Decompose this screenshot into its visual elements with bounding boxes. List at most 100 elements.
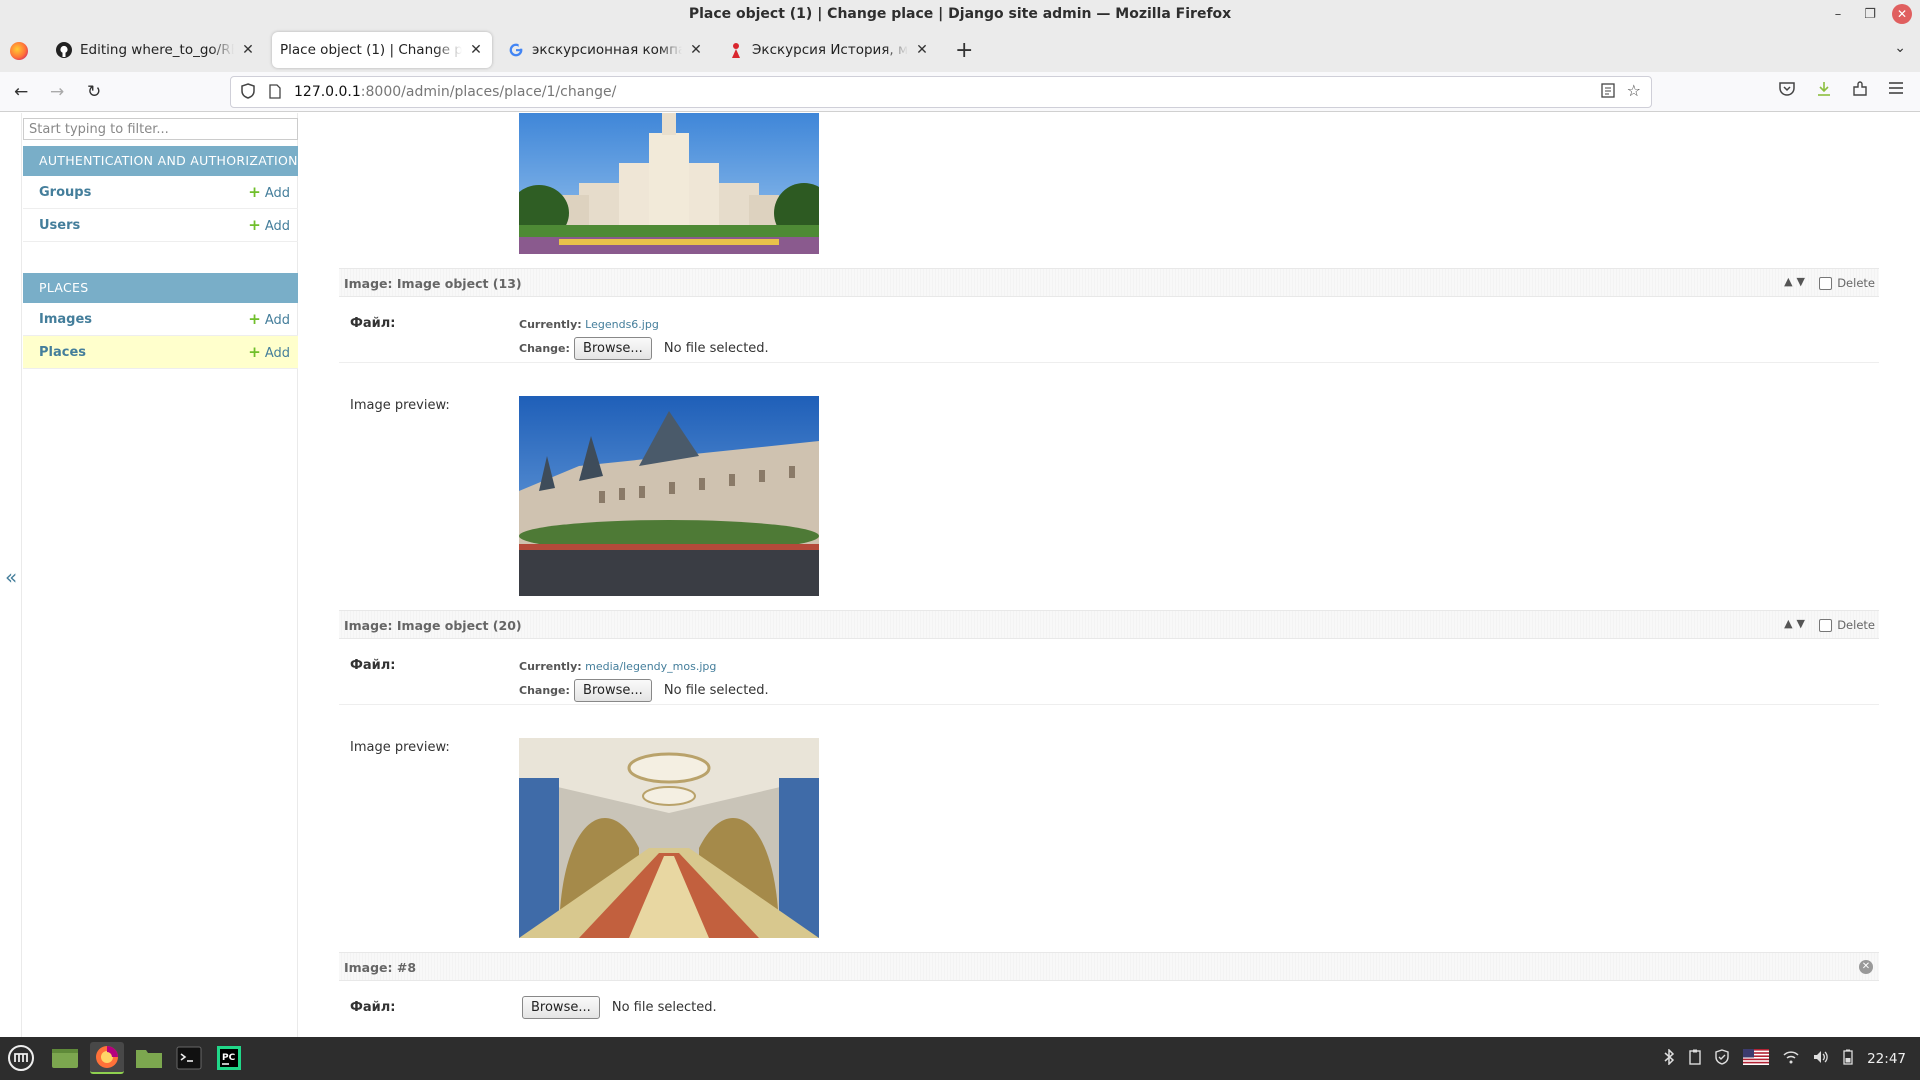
inline-title: Image: #8 <box>344 960 417 975</box>
inline-header-image-20: Image: Image object (20) ▲▼ Delete <box>339 610 1879 639</box>
page-content: « AUTHENTICATION AND AUTHORIZATION Group… <box>0 113 1920 1037</box>
address-bar[interactable]: 127.0.0.1:8000/admin/places/place/1/chan… <box>230 76 1652 108</box>
minimize-button[interactable]: – <box>1828 4 1848 24</box>
reload-button[interactable]: ↻ <box>87 82 101 102</box>
clipboard-icon[interactable] <box>1689 1049 1701 1069</box>
inline-header-image-13: Image: Image object (13) ▲▼ Delete <box>339 268 1879 297</box>
maximize-button[interactable]: ❐ <box>1860 4 1880 24</box>
add-places-link[interactable]: + Add <box>248 336 290 370</box>
window-title: Place object (1) | Change place | Django… <box>688 6 1232 22</box>
tracking-shield-icon[interactable] <box>241 83 255 103</box>
battery-icon[interactable] <box>1843 1049 1853 1069</box>
page-info-icon[interactable] <box>269 84 281 103</box>
change-form-content: Image: Image object (13) ▲▼ Delete Файл:… <box>339 113 1879 1037</box>
mint-menu-icon[interactable] <box>4 1042 38 1074</box>
volume-icon[interactable] <box>1813 1050 1829 1068</box>
terminal-icon[interactable] <box>172 1042 206 1074</box>
inline-title: Image: Image object (20) <box>344 618 522 633</box>
sidebar-item-users: Users + Add <box>23 209 298 242</box>
tab-google-search[interactable]: экскурсионная компания - Google ✕ <box>500 32 712 68</box>
pycharm-icon[interactable]: PC <box>212 1042 246 1074</box>
bookmark-star-icon[interactable]: ☆ <box>1627 81 1641 100</box>
close-window-button[interactable]: ✕ <box>1892 4 1912 24</box>
reorder-arrows[interactable]: ▲▼ <box>1784 275 1809 288</box>
tab-label: Экскурсия История, мифы <box>752 42 908 58</box>
add-groups-link[interactable]: + Add <box>248 176 290 210</box>
no-file-text: No file selected. <box>663 341 769 356</box>
tab-label: Place object (1) | Change place | Django… <box>280 42 462 58</box>
file-label: Файл: <box>350 1000 396 1015</box>
keyboard-layout-flag-icon[interactable] <box>1743 1048 1770 1069</box>
list-all-tabs-icon[interactable]: ⌄ <box>1894 40 1906 56</box>
system-tray: 22:47 <box>1663 1037 1920 1080</box>
show-desktop-icon[interactable] <box>48 1042 82 1074</box>
browse-button[interactable]: Browse... <box>574 337 652 360</box>
wifi-icon[interactable] <box>1783 1050 1799 1068</box>
downloads-icon[interactable] <box>1816 81 1832 101</box>
sidebar-collapse-toggle[interactable]: « <box>0 113 22 1037</box>
update-shield-icon[interactable] <box>1715 1048 1729 1069</box>
current-file-link[interactable]: Legends6.jpg <box>585 318 659 331</box>
bluetooth-icon[interactable] <box>1663 1047 1675 1069</box>
module-caption-auth[interactable]: AUTHENTICATION AND AUTHORIZATION <box>23 146 298 176</box>
add-icon: + <box>248 343 261 361</box>
model-link-places[interactable]: Places <box>39 336 86 369</box>
tab-github-readme[interactable]: Editing where_to_go/README.md ✕ <box>48 32 264 68</box>
tripster-icon <box>728 42 744 58</box>
reorder-arrows[interactable]: ▲▼ <box>1784 617 1809 630</box>
file-label: Файл: <box>350 316 396 331</box>
file-row: Файл: Browse... No file selected. <box>339 981 1879 1037</box>
remove-inline-icon[interactable]: ✕ <box>1859 960 1873 974</box>
model-link-groups[interactable]: Groups <box>39 176 91 209</box>
image-preview-label: Image preview: <box>350 398 450 413</box>
pocket-icon[interactable] <box>1779 81 1795 100</box>
module-caption-places[interactable]: PLACES <box>23 273 298 303</box>
system-taskbar: PC 22:47 <box>0 1037 1920 1080</box>
back-button[interactable]: ← <box>14 82 28 102</box>
clock[interactable]: 22:47 <box>1867 1051 1906 1067</box>
tab-close-icon[interactable]: ✕ <box>240 42 256 58</box>
delete-checkbox[interactable] <box>1819 276 1833 290</box>
navigation-toolbar: ← → ↻ 127.0.0.1:8000/admin/places/place/… <box>0 72 1920 112</box>
model-link-images[interactable]: Images <box>39 303 92 336</box>
tab-close-icon[interactable]: ✕ <box>914 42 930 58</box>
add-images-link[interactable]: + Add <box>248 303 290 337</box>
delete-checkbox-wrap[interactable]: Delete <box>1819 618 1875 632</box>
current-file-link[interactable]: media/legendy_mos.jpg <box>585 660 716 673</box>
browse-button[interactable]: Browse... <box>522 996 600 1019</box>
model-link-users[interactable]: Users <box>39 209 80 242</box>
browse-button[interactable]: Browse... <box>574 679 652 702</box>
delete-checkbox[interactable] <box>1819 618 1833 632</box>
inline-header-image-new: Image: #8 ✕ <box>339 952 1879 981</box>
reader-view-icon[interactable] <box>1601 83 1615 102</box>
image-preview-label: Image preview: <box>350 740 450 755</box>
change-line: Change: Browse... No file selected. <box>519 337 769 360</box>
sidebar-item-places: Places + Add <box>23 336 298 369</box>
add-icon: + <box>248 216 261 234</box>
image-preview-metro <box>519 738 819 938</box>
nav-sidebar: AUTHENTICATION AND AUTHORIZATION Groups … <box>22 113 298 1037</box>
change-line: Change: Browse... No file selected. <box>519 679 769 702</box>
tab-close-icon[interactable]: ✕ <box>468 42 484 58</box>
add-users-link[interactable]: + Add <box>248 209 290 243</box>
firefox-view-icon[interactable] <box>10 42 28 60</box>
firefox-taskbar-icon[interactable] <box>90 1042 124 1074</box>
tab-strip: Editing where_to_go/README.md ✕ Place ob… <box>0 28 1920 72</box>
forward-button[interactable]: → <box>50 82 64 102</box>
file-label: Файл: <box>350 658 396 673</box>
files-icon[interactable] <box>132 1042 166 1074</box>
file-row: Файл: Currently: Legends6.jpg Change: Br… <box>339 297 1879 363</box>
tab-tripster[interactable]: Экскурсия История, мифы ✕ <box>720 32 938 68</box>
image-preview-gum <box>519 396 819 596</box>
app-menu-icon[interactable] <box>1888 81 1904 99</box>
tab-label: экскурсионная компания - Google <box>532 42 682 58</box>
tab-django-admin[interactable]: Place object (1) | Change place | Django… <box>272 32 492 68</box>
url-text[interactable]: 127.0.0.1:8000/admin/places/place/1/chan… <box>294 84 616 100</box>
new-tab-button[interactable]: + <box>955 38 973 63</box>
file-input-line: Browse... No file selected. <box>522 996 717 1019</box>
tab-close-icon[interactable]: ✕ <box>688 42 704 58</box>
sidebar-item-images: Images + Add <box>23 303 298 336</box>
delete-checkbox-wrap[interactable]: Delete <box>1819 276 1875 290</box>
sidebar-filter-input[interactable] <box>23 118 298 140</box>
extensions-icon[interactable] <box>1852 81 1868 101</box>
